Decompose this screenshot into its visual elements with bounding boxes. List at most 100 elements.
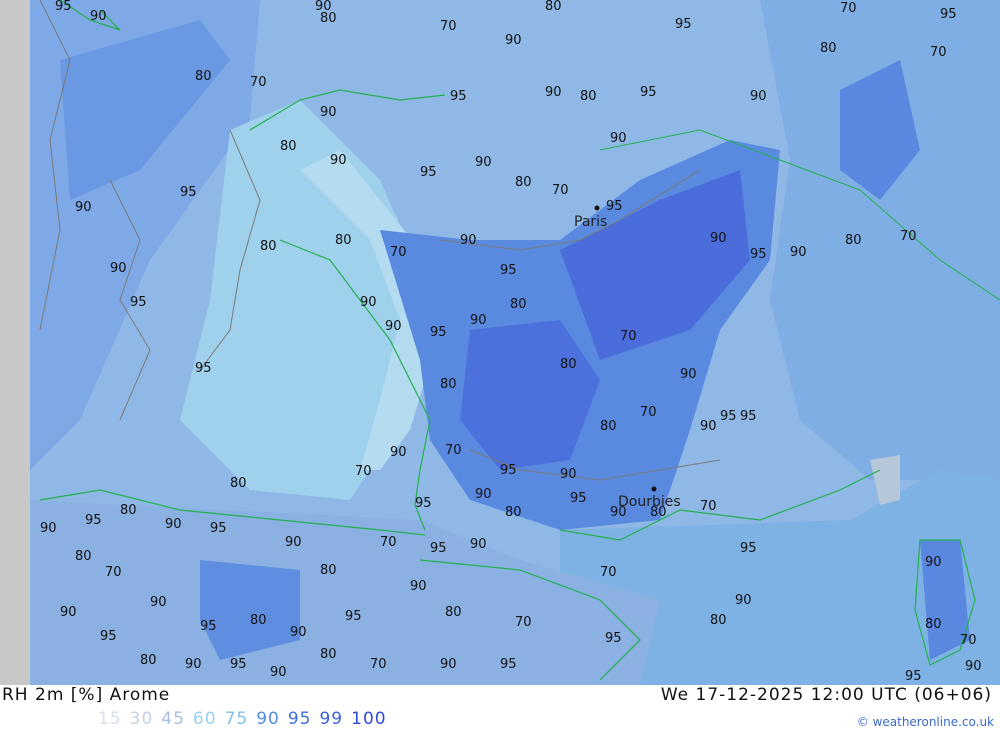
contour-label: 90 [505,33,522,48]
left-strip [0,0,30,685]
contour-label: 80 [140,653,157,668]
contour-label: 80 [710,613,727,628]
dourbies-marker [651,486,657,492]
legend-value-99: 99 [319,709,344,729]
contour-label: 90 [790,245,807,260]
contour-label: 80 [445,605,462,620]
contour-label: 95 [130,295,147,310]
contour-label: 70 [960,633,977,648]
legend-value-100: 100 [351,709,387,729]
contour-label: 80 [335,233,352,248]
legend-value-95: 95 [287,709,312,729]
contour-label: 70 [552,183,569,198]
contour-label: 95 [195,361,212,376]
contour-label: 90 [330,153,347,168]
contour-label: 80 [250,613,267,628]
contour-label: 90 [545,85,562,100]
contour-label: 70 [105,565,122,580]
contour-label: 90 [90,9,107,24]
contour-label: 80 [545,0,562,14]
contour-label: 90 [460,233,477,248]
contour-label: 80 [510,297,527,312]
contour-label: 90 [410,579,427,594]
contour-label: 70 [700,499,717,514]
contour-label: 95 [675,17,692,32]
contour-label: 80 [505,505,522,520]
contour-label: 95 [345,609,362,624]
contour-label: 95 [430,325,447,340]
contour-label: 80 [515,175,532,190]
contour-label: 90 [735,593,752,608]
contour-label: 95 [605,631,622,646]
contour-label: 95 [750,247,767,262]
contour-label: 70 [250,75,267,90]
contour-label: 95 [230,657,247,672]
contour-label: 70 [840,1,857,16]
contour-label: 90 [680,367,697,382]
contour-label: 80 [560,357,577,372]
contour-label: 95 [500,657,517,672]
contour-label: 70 [900,229,917,244]
legend-value-90: 90 [256,709,280,729]
contour-label: 90 [440,657,457,672]
contour-label: 90 [390,445,407,460]
contour-label: 90 [270,665,287,680]
contour-label: 95 [940,7,957,22]
contour-label: 80 [320,11,337,26]
contour-label: 95 [606,199,623,214]
contour-label: 90 [750,89,767,104]
contour-label: 80 [230,476,247,491]
contour-label: 80 [440,377,457,392]
contour-label: 70 [515,615,532,630]
legend-value-30: 30 [129,709,154,729]
city-label-dourbies: Dourbies [618,494,681,510]
contour-label: 95 [640,85,657,100]
contour-label: 95 [740,541,757,556]
contour-label: 80 [75,549,92,564]
contour-label: 90 [75,200,92,215]
contour-label: 90 [60,605,77,620]
contour-label: 70 [930,45,947,60]
contour-label: 95 [450,89,467,104]
contour-label: 95 [85,513,102,528]
legend-value-60: 60 [192,709,217,729]
rh-map: 95 90 80 70 95 90 80 70 90 95 80 70 90 95 90 80 95 90 80 70… [0,0,1000,685]
contour-label: 70 [390,245,407,260]
site-credit[interactable]: © weatheronline.co.uk [857,715,994,729]
contour-label: 95 [210,521,227,536]
contour-label: 90 [385,319,402,334]
contour-label: 90 [290,625,307,640]
contour-label: 95 [430,541,447,556]
contour-label: 90 [470,313,487,328]
contour-label: 80 [820,41,837,56]
map-canvas: 95 90 80 70 95 90 80 70 90 95 80 70 90 95 90 80 95 90 80 70… [0,0,1000,685]
contour-label: 80 [280,139,297,154]
contour-label: 80 [195,69,212,84]
contour-label: 70 [640,405,657,420]
contour-label: 90 [560,467,577,482]
contour-label: 70 [445,443,462,458]
contour-label: 95 [500,263,517,278]
contour-label: 95 [100,629,117,644]
contour-label: 80 [320,647,337,662]
map-footer: RH 2m [%] Arome We 17-12-2025 12:00 UTC … [0,685,1000,733]
contour-label: 80 [925,617,942,632]
contour-label: 90 [150,595,167,610]
contour-label: 95 [720,409,737,424]
paris-marker [594,205,600,211]
contour-label: 70 [440,19,457,34]
contour-label: 90 [925,555,942,570]
contour-label: 95 [570,491,587,506]
contour-label: 95 [200,619,217,634]
city-label-paris: Paris [574,214,607,230]
contour-label: 90 [710,231,727,246]
contour-label: 70 [600,565,617,580]
contour-label: 70 [620,329,637,344]
contour-label: 90 [285,535,302,550]
contour-label: 70 [355,464,372,479]
contour-label: 80 [845,233,862,248]
contour-label: 80 [580,89,597,104]
contour-label: 95 [180,185,197,200]
contour-label: 90 [360,295,377,310]
contour-label: 80 [120,503,137,518]
